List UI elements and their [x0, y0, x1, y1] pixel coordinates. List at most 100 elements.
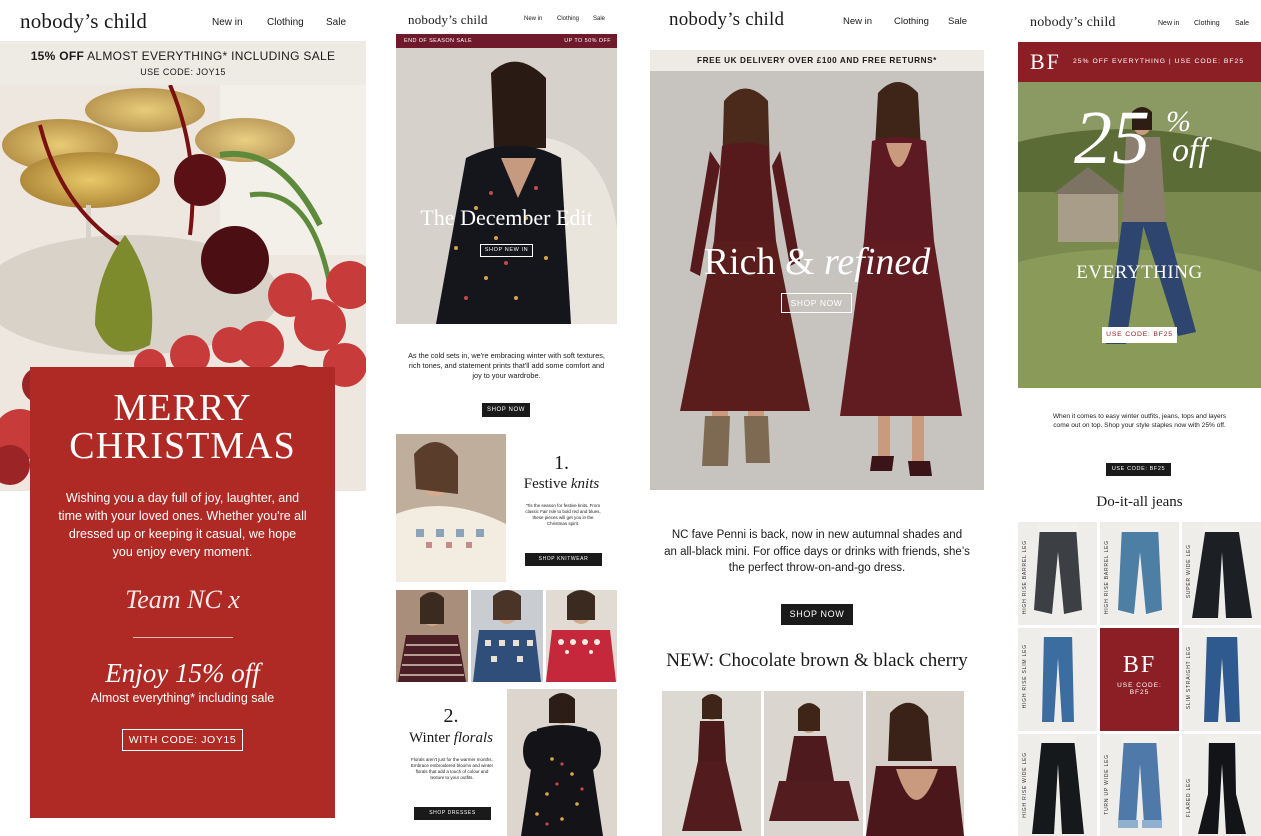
hero-title-plain: Rich & — [703, 241, 825, 283]
brand-logo[interactable]: nobody’s child — [408, 12, 488, 28]
jeans-label: HIGH RISE BARREL LEG — [1104, 540, 1110, 615]
jeans-label: SUPER WIDE LEG — [1186, 544, 1192, 599]
sec2-number: 2. — [443, 705, 459, 727]
shop-now-button[interactable]: SHOP NOW — [781, 604, 853, 625]
jeans-tile[interactable]: HIGH RISE SLIM LEG — [1018, 628, 1097, 731]
knit-photo-1 — [396, 590, 468, 682]
shop-now-button[interactable]: SHOP NOW — [482, 403, 530, 417]
penni-description: NC fave Penni is back, now in new autumn… — [664, 529, 970, 574]
blue-straight-jeans-image — [1204, 630, 1240, 722]
hero-title: The December Edit — [420, 205, 593, 230]
sec2-body: Florals aren't just for the warmer month… — [410, 757, 494, 781]
mid-blue-barrel-jeans-image — [1118, 524, 1162, 614]
card-divider — [132, 637, 233, 638]
promo-code: USE CODE: JOY15 — [140, 67, 226, 77]
nav-sale[interactable]: Sale — [1235, 20, 1255, 27]
brand-logo[interactable]: nobody’s child — [20, 9, 147, 34]
bf-code-button[interactable]: USE CODE: BF25 — [1106, 463, 1171, 476]
model-striped-cardigan-image — [396, 590, 468, 682]
sec1-body: 'Tis the season for festive knits. From … — [525, 503, 601, 527]
bf-banner[interactable]: BF 25% OFF EVERYTHING | USE CODE: BF25 — [1018, 42, 1261, 82]
sec1-number: 1. — [554, 452, 569, 474]
email-merry-christmas: nobody’s child New in Clothing Sale 15% … — [0, 0, 366, 836]
sec1-title-plain: Festive — [523, 476, 571, 492]
dark-grey-barrel-jeans-image — [1034, 524, 1082, 614]
nav-clothing[interactable]: Clothing — [557, 16, 587, 22]
hero-photo-december — [396, 48, 617, 324]
jeans-label: HIGH RISE SLIM LEG — [1022, 644, 1028, 709]
delivery-text: FREE UK DELIVERY OVER £100 AND FREE RETU… — [697, 56, 937, 65]
nav-clothing[interactable]: Clothing — [1194, 20, 1229, 27]
jeans-tile[interactable]: SUPER WIDE LEG — [1182, 522, 1261, 625]
jeans-tile[interactable]: SLIM STRAIGHT LEG — [1182, 628, 1261, 731]
model-red-fair-isle-jumper-image — [546, 590, 617, 682]
card-title-line2: CHRISTMAS — [69, 425, 296, 467]
knit-photo — [396, 434, 506, 582]
bf-description: When it comes to easy winter outfits, je… — [1052, 413, 1227, 429]
bf-code-tile[interactable]: BF USE CODE: BF25 — [1100, 628, 1179, 731]
email-december-edit: nobody’s child New in Clothing Sale END … — [396, 0, 617, 836]
model-penni-back-view-image — [866, 691, 964, 836]
jeans-tile[interactable]: HIGH RISE BARREL LEG — [1100, 522, 1179, 625]
banner-right-text: UP TO 50% OFF — [564, 38, 611, 44]
tile-code-line1: USE CODE: — [1117, 682, 1162, 689]
nav-new-in[interactable]: New in — [1158, 20, 1188, 27]
offer-code-button[interactable]: WITH CODE: JOY15 — [122, 729, 243, 751]
bf-banner-text: 25% OFF EVERYTHING | USE CODE: BF25 — [1073, 58, 1245, 65]
nav-sale[interactable]: Sale — [593, 16, 613, 22]
email-rich-refined: nobody’s child New in Clothing Sale FREE… — [650, 0, 984, 836]
penni-photo-1 — [662, 691, 761, 836]
turn-up-wide-jeans-image — [1118, 736, 1162, 828]
jeans-tile[interactable]: HIGH RISE WIDE LEG — [1018, 734, 1097, 836]
black-super-wide-jeans-image — [1192, 524, 1252, 618]
tile-bf-mark: BF — [1122, 652, 1157, 678]
email-black-friday: nobody’s child New in Clothing Sale BF 2… — [1018, 0, 1261, 836]
hero-code-badge[interactable]: USE CODE: BF25 — [1102, 327, 1177, 343]
sec2-title: Winter florals — [396, 730, 506, 747]
brand-logo[interactable]: nobody’s child — [669, 9, 784, 31]
nav-clothing[interactable]: Clothing — [894, 16, 944, 27]
jeans-label: HIGH RISE BARREL LEG — [1022, 540, 1028, 615]
nav-sale[interactable]: Sale — [326, 17, 366, 28]
jeans-tile[interactable]: FLARED LEG — [1182, 734, 1261, 836]
blue-slim-jeans-image — [1042, 630, 1074, 722]
hero-pct-number: 25 — [1074, 96, 1150, 180]
nav-new-in[interactable]: New in — [524, 16, 554, 22]
jeans-grid: HIGH RISE BARREL LEG HIGH RISE BARREL LE… — [1018, 522, 1261, 836]
banner-left-text: END OF SEASON SALE — [404, 38, 473, 44]
knit-photo-2 — [471, 590, 543, 682]
hero-off: off — [1172, 132, 1208, 169]
jeans-tile[interactable]: TURN UP WIDE LEG — [1100, 734, 1179, 836]
sec2-title-plain: Winter — [409, 730, 454, 746]
hero-title: Rich & refined — [650, 240, 984, 284]
hero-percent: 25 — [1074, 100, 1150, 176]
hero-title-italic: refined — [824, 241, 931, 283]
black-flared-jeans-image — [1198, 736, 1246, 834]
brand-logo[interactable]: nobody’s child — [1030, 15, 1116, 31]
offer-subtitle: Almost everything* including sale — [90, 691, 275, 705]
penni-photo-3 — [866, 691, 964, 836]
black-wide-jeans-image — [1032, 736, 1084, 834]
hero-shop-now-button[interactable]: SHOP NOW — [781, 293, 852, 313]
sale-banner[interactable]: END OF SEASON SALE UP TO 50% OFF — [396, 34, 617, 48]
card-signature: Team NC x — [125, 585, 240, 614]
nav-new-in[interactable]: New in — [212, 17, 272, 28]
jeans-label: SLIM STRAIGHT LEG — [1186, 646, 1192, 710]
sec1-title-italic: knits — [570, 476, 600, 492]
jeans-label: FLARED LEG — [1186, 778, 1192, 818]
delivery-bar[interactable]: FREE UK DELIVERY OVER £100 AND FREE RETU… — [650, 50, 984, 71]
offer-title: Enjoy 15% off — [105, 658, 260, 688]
nav-clothing[interactable]: Clothing — [267, 17, 327, 28]
nav-sale[interactable]: Sale — [948, 16, 978, 27]
promo-percent: 15% OFF — [30, 49, 85, 63]
intro-text: As the cold sets in, we're embracing win… — [408, 351, 605, 380]
jeans-label: TURN UP WIDE LEG — [1104, 754, 1110, 815]
bf-mark: BF — [1030, 49, 1061, 74]
shop-new-in-button[interactable]: SHOP NEW IN — [480, 244, 533, 257]
shop-dresses-button[interactable]: SHOP DRESSES — [414, 807, 491, 820]
promo-bar[interactable]: 15% OFF ALMOST EVERYTHING* INCLUDING SAL… — [0, 41, 366, 85]
model-black-floral-dress-image — [507, 689, 617, 836]
shop-knitwear-button[interactable]: SHOP KNITWEAR — [525, 553, 602, 566]
nav-new-in[interactable]: New in — [843, 16, 888, 27]
jeans-tile[interactable]: HIGH RISE BARREL LEG — [1018, 522, 1097, 625]
